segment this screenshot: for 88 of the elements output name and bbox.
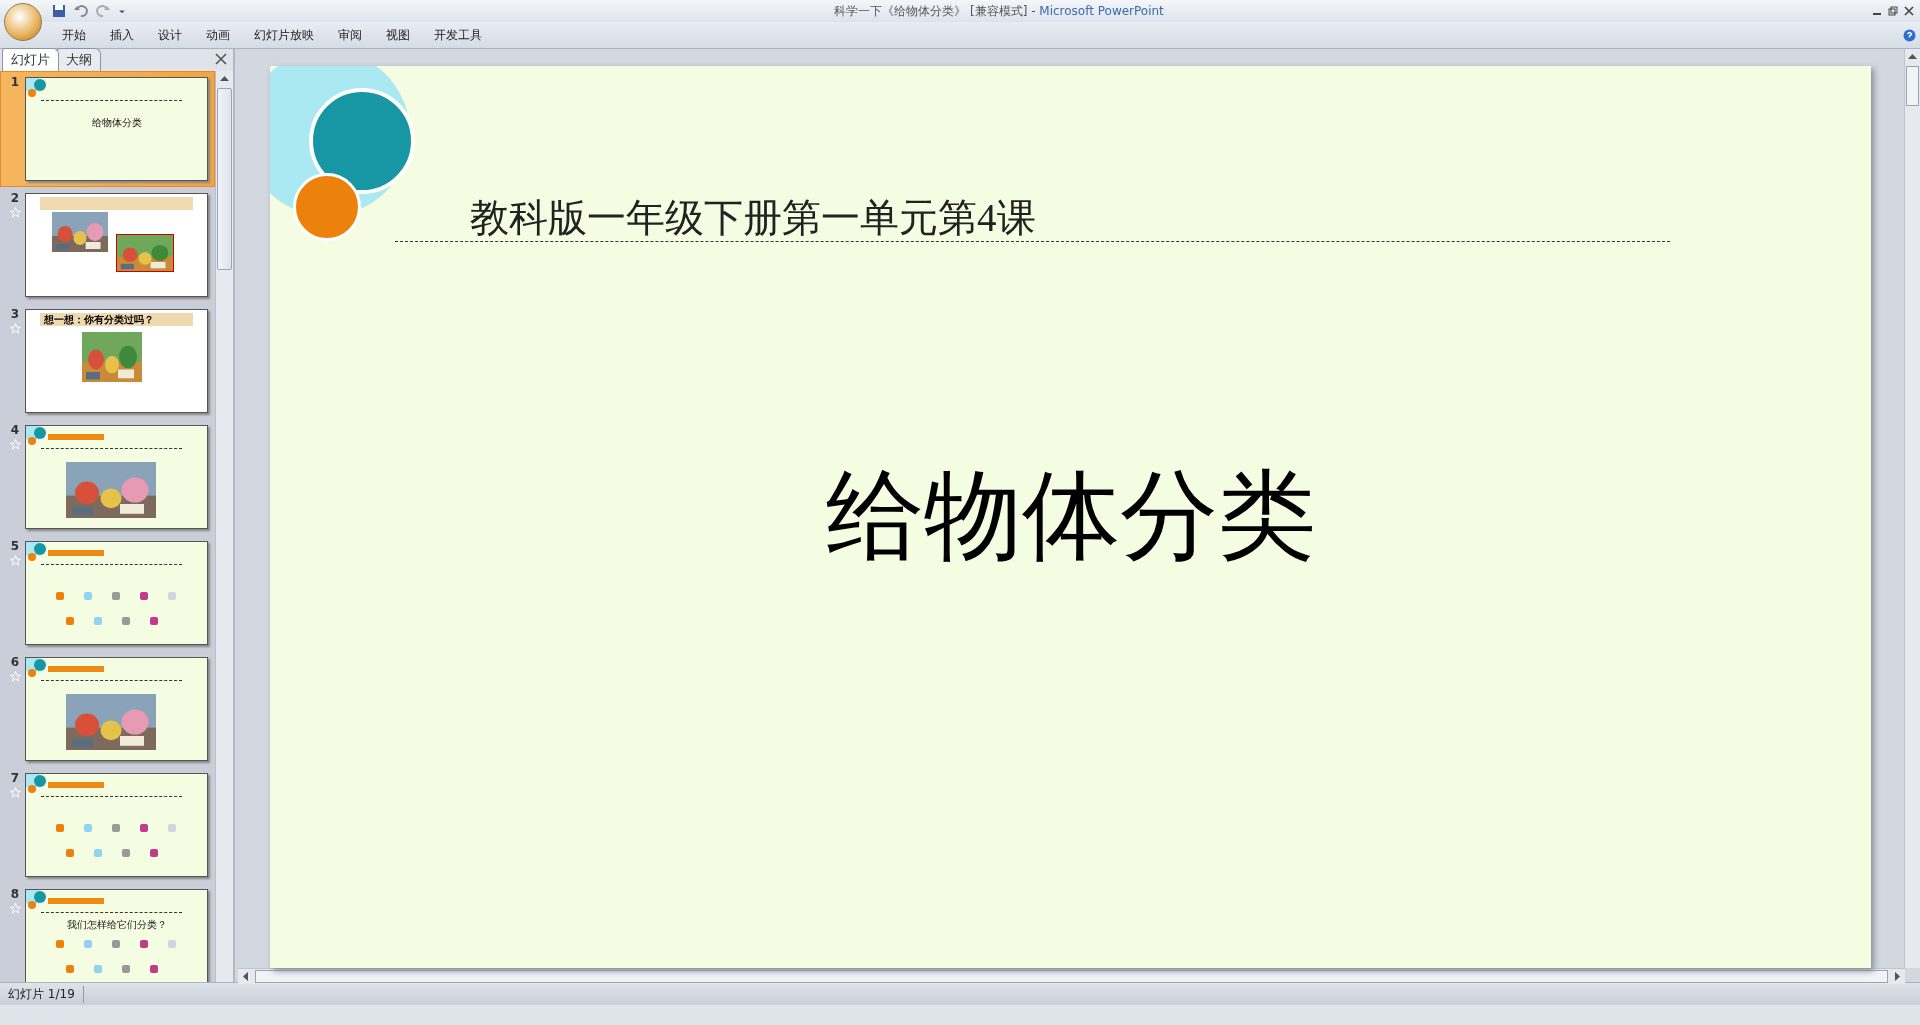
- scrollbar[interactable]: [1904, 49, 1920, 968]
- scroll-thumb[interactable]: [217, 88, 232, 270]
- ribbon-tab[interactable]: 幻灯片放映: [242, 26, 326, 44]
- ribbon-tab[interactable]: 插入: [98, 26, 146, 44]
- slide-number: 5: [10, 539, 20, 553]
- slide-canvas[interactable]: 教科版一年级下册第一单元第4课 给物体分类: [270, 66, 1871, 968]
- ribbon-tab[interactable]: 视图: [374, 26, 422, 44]
- slide-list-item[interactable]: 5: [0, 535, 215, 651]
- object-icon: [112, 940, 120, 948]
- object-icon: [140, 940, 148, 948]
- ribbon-tab[interactable]: 开发工具: [422, 26, 494, 44]
- slide-number: 7: [10, 771, 20, 785]
- slide-number: 1: [10, 75, 20, 89]
- restore-icon[interactable]: [1888, 6, 1898, 16]
- object-icon: [84, 824, 92, 832]
- slide-thumbnail[interactable]: [25, 425, 208, 529]
- object-icon: [140, 824, 148, 832]
- slide-number: 3: [10, 307, 20, 321]
- scroll-thumb[interactable]: [255, 970, 1888, 983]
- slide-list-item[interactable]: 3 想一想：你有分类过吗？: [0, 303, 215, 419]
- object-icon: [150, 965, 158, 973]
- object-icon: [56, 940, 64, 948]
- object-icon: [84, 940, 92, 948]
- thumbnail-text: 想一想：你有分类过吗？: [40, 313, 193, 326]
- slide-counter: 幻灯片 1/19: [0, 985, 84, 1003]
- object-icon: [112, 592, 120, 600]
- slide-list-item[interactable]: 6: [0, 651, 215, 767]
- panel-tab[interactable]: 大纲: [57, 48, 101, 71]
- slide-number: 8: [10, 887, 20, 901]
- close-icon[interactable]: [1904, 6, 1914, 16]
- label-tag: [48, 666, 104, 672]
- object-icon: [66, 617, 74, 625]
- object-icon: [150, 849, 158, 857]
- ribbon-tab[interactable]: 开始: [50, 26, 98, 44]
- object-icon: [66, 965, 74, 973]
- object-icon: [168, 940, 176, 948]
- ribbon-tab[interactable]: 设计: [146, 26, 194, 44]
- object-icon: [168, 824, 176, 832]
- undo-icon[interactable]: [74, 4, 88, 18]
- object-icon: [122, 849, 130, 857]
- thumbnail-text: 给物体分类: [90, 116, 143, 130]
- slide-list-item[interactable]: 8 我们怎样给它们分类？: [0, 883, 215, 982]
- slide-thumbnail[interactable]: [25, 193, 208, 297]
- thumbnail-text: 我们怎样给它们分类？: [65, 918, 168, 932]
- window-title: 科学一下《给物体分类》 [兼容模式] -: [834, 3, 1037, 18]
- scroll-thumb[interactable]: [1906, 66, 1919, 106]
- object-icon: [122, 617, 130, 625]
- close-icon[interactable]: [215, 53, 227, 65]
- slide-thumbnail[interactable]: 我们怎样给它们分类？: [25, 889, 208, 982]
- object-icon: [94, 849, 102, 857]
- slide-list-item[interactable]: 4: [0, 419, 215, 535]
- ribbon-tab[interactable]: 动画: [194, 26, 242, 44]
- object-icon: [66, 849, 74, 857]
- scrollbar[interactable]: [238, 968, 1905, 984]
- label-tag: [48, 434, 104, 440]
- object-icon: [150, 617, 158, 625]
- save-icon[interactable]: [52, 4, 66, 18]
- slide-number: 6: [10, 655, 20, 669]
- object-icon: [56, 824, 64, 832]
- help-icon[interactable]: [1903, 28, 1916, 42]
- object-icon: [140, 592, 148, 600]
- object-icon: [94, 617, 102, 625]
- slide-thumbnail[interactable]: 想一想：你有分类过吗？: [25, 309, 208, 413]
- ribbon-tab[interactable]: 审阅: [326, 26, 374, 44]
- label-tag: [48, 550, 104, 556]
- panel-tab[interactable]: 幻灯片: [2, 48, 59, 71]
- object-icon: [84, 592, 92, 600]
- slide-subtitle: 教科版一年级下册第一单元第4课: [470, 195, 1036, 241]
- object-icon: [56, 592, 64, 600]
- slide-thumbnail[interactable]: [25, 657, 208, 761]
- slide-number: 4: [10, 423, 20, 437]
- object-icon: [168, 592, 176, 600]
- slide-list-item[interactable]: 1 给物体分类: [0, 71, 215, 187]
- label-tag: [48, 898, 104, 904]
- slide-thumbnail[interactable]: [25, 541, 208, 645]
- app-name: Microsoft PowerPoint: [1039, 3, 1164, 18]
- slide-thumbnail[interactable]: 给物体分类: [25, 77, 208, 181]
- slide-number: 2: [10, 191, 20, 205]
- slide-title: 给物体分类: [824, 457, 1317, 574]
- label-tag: [48, 782, 104, 788]
- object-icon: [94, 965, 102, 973]
- object-icon: [122, 965, 130, 973]
- slide-thumbnail[interactable]: [25, 773, 208, 877]
- slide-list-item[interactable]: 2: [0, 187, 215, 303]
- slide-list-item[interactable]: 7: [0, 767, 215, 883]
- office-button[interactable]: [4, 3, 42, 41]
- object-icon: [112, 824, 120, 832]
- scrollbar[interactable]: [215, 71, 233, 982]
